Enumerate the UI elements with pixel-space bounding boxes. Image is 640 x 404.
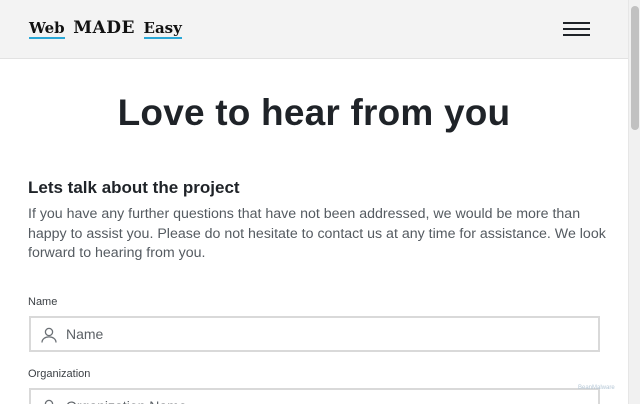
hamburger-line bbox=[563, 28, 590, 30]
organization-label: Organization bbox=[28, 368, 91, 380]
site-logo[interactable]: Web MADE Easy bbox=[29, 18, 182, 40]
watermark: BeanMalware bbox=[578, 385, 615, 391]
page-scrollbar[interactable] bbox=[628, 0, 640, 404]
intro-paragraph: If you have any further questions that h… bbox=[28, 206, 606, 262]
hamburger-line bbox=[563, 34, 590, 36]
logo-word-made: MADE bbox=[73, 18, 135, 38]
logo-word-web: Web bbox=[29, 19, 65, 37]
hamburger-line bbox=[563, 22, 590, 24]
hamburger-icon[interactable] bbox=[563, 21, 590, 37]
section-subheading: Lets talk about the project bbox=[28, 178, 240, 197]
name-field[interactable] bbox=[29, 316, 600, 352]
user-icon bbox=[40, 398, 58, 404]
logo-word-easy: Easy bbox=[143, 19, 182, 37]
page-title: Love to hear from you bbox=[117, 92, 511, 133]
name-input[interactable] bbox=[66, 318, 586, 350]
site-header: Web MADE Easy bbox=[0, 0, 628, 59]
user-icon bbox=[40, 326, 58, 344]
organization-field[interactable] bbox=[29, 388, 600, 404]
scrollbar-thumb[interactable] bbox=[631, 6, 639, 130]
name-label: Name bbox=[28, 296, 58, 308]
organization-input[interactable] bbox=[66, 390, 586, 404]
